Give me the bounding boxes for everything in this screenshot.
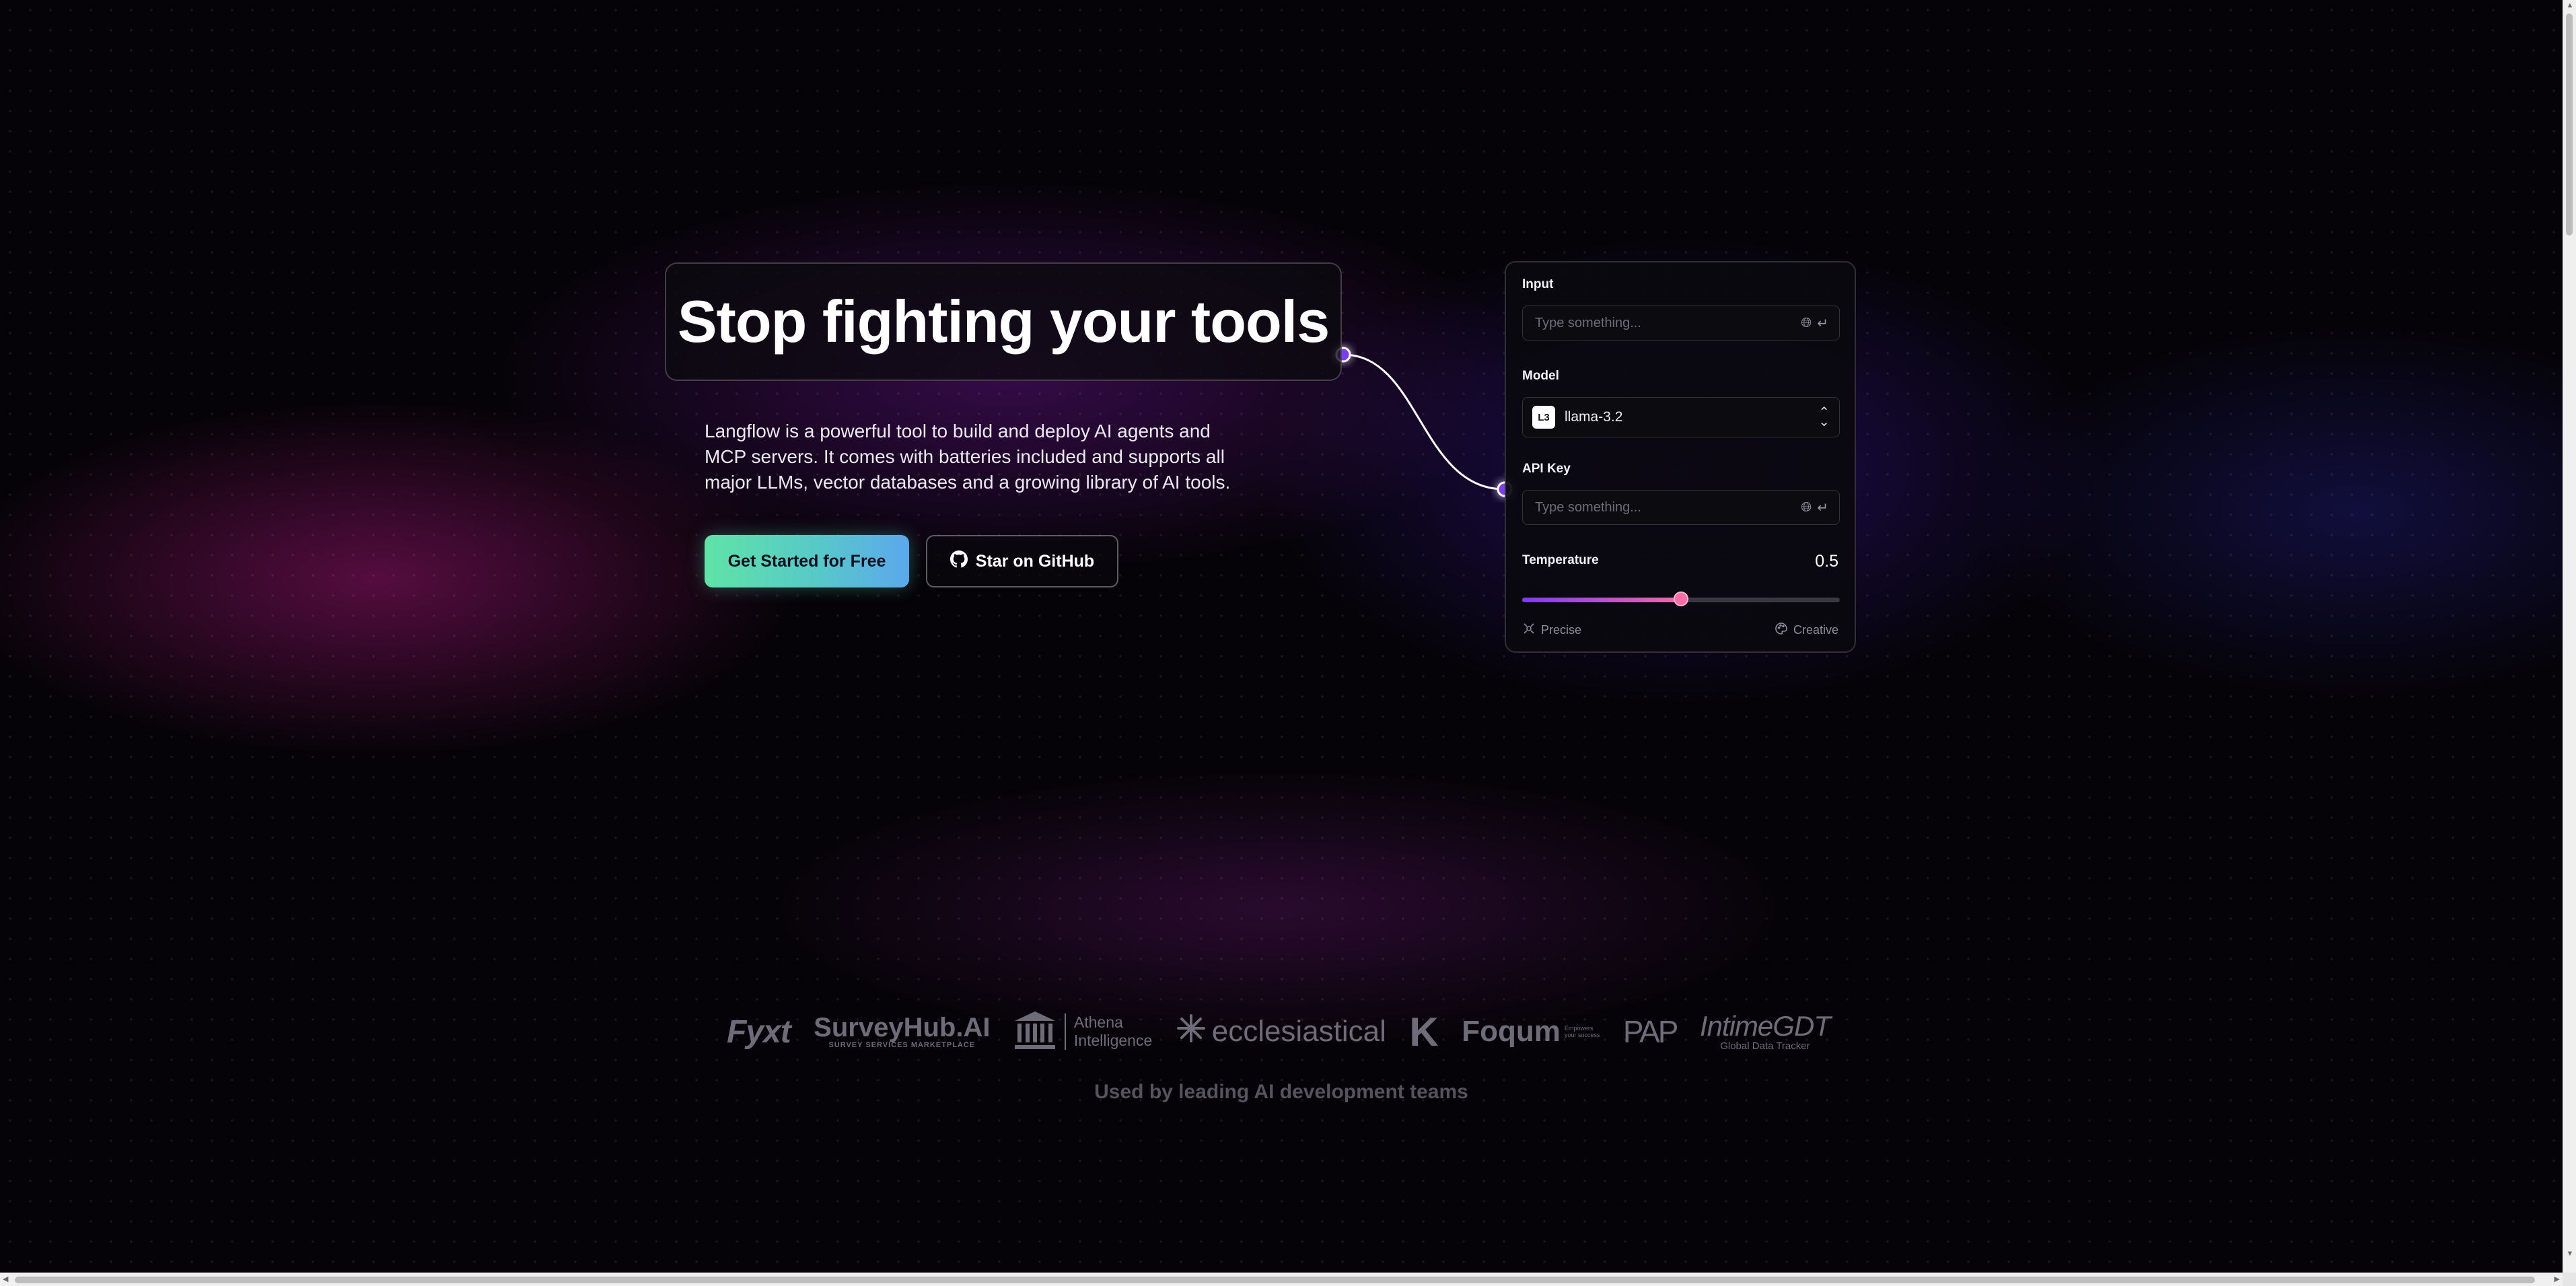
input-field-wrapper: 🌐︎ ↵ xyxy=(1522,306,1840,341)
scroll-right-icon[interactable]: ▶ xyxy=(2554,1275,2560,1283)
logo-athena-line2: Intelligence xyxy=(1073,1032,1153,1049)
logo-foqum-tag-1: Empowers xyxy=(1564,1025,1594,1032)
precise-icon xyxy=(1522,622,1536,639)
logo-surveyhub-name: SurveyHub.AI xyxy=(814,1013,991,1042)
temperature-slider-fill xyxy=(1522,598,1681,602)
enter-icon[interactable]: ↵ xyxy=(1817,499,1828,516)
globe-icon[interactable]: 🌐︎ xyxy=(1801,316,1812,331)
precise-hint: Precise xyxy=(1522,622,1581,639)
logo-fyxt: Fyxt xyxy=(727,1013,791,1050)
github-icon xyxy=(950,550,968,573)
logo-foqum-tag: Empowers your success xyxy=(1565,1025,1600,1038)
model-value: llama-3.2 xyxy=(1565,409,1623,425)
temperature-label: Temperature xyxy=(1522,553,1599,567)
institution-icon xyxy=(1013,1010,1057,1054)
api-key-label: API Key xyxy=(1522,462,1571,476)
logo-foqum-name: Foqum xyxy=(1462,1015,1561,1048)
chevron-up-down-icon: ⌃ ⌄ xyxy=(1818,405,1830,429)
star-on-github-label: Star on GitHub xyxy=(975,551,1095,571)
precise-label: Precise xyxy=(1541,623,1582,637)
api-key-field[interactable] xyxy=(1534,499,1796,516)
logo-surveyhub: SurveyHub.AI SURVEY SERVICES MARKETPLACE xyxy=(814,1014,990,1049)
temperature-slider[interactable] xyxy=(1522,592,1840,606)
logo-k: K xyxy=(1409,1009,1439,1055)
headline-card: Stop fighting your tools xyxy=(665,262,1342,381)
page-title: Stop fighting your tools xyxy=(677,288,1330,355)
temperature-slider-thumb[interactable] xyxy=(1674,592,1688,606)
horizontal-scrollbar-thumb[interactable] xyxy=(15,1277,2535,1283)
logo-pap: PAP xyxy=(1622,1014,1679,1049)
scroll-down-icon[interactable]: ▼ xyxy=(2563,1250,2576,1258)
logo-ecclesiastical: ecclesiastical xyxy=(1176,1013,1386,1051)
creative-hint: Creative xyxy=(1775,622,1838,639)
input-label: Input xyxy=(1522,277,1554,291)
logo-intime: IntimeGDT Global Data Tracker xyxy=(1699,1009,1831,1052)
used-by-caption: Used by leading AI development teams xyxy=(1094,1081,1468,1103)
get-started-button[interactable]: Get Started for Free xyxy=(705,535,909,587)
vertical-scrollbar-thumb[interactable] xyxy=(2566,13,2573,236)
logo-intime-tag: Global Data Tracker xyxy=(1720,1040,1810,1052)
star-burst-icon xyxy=(1176,1013,1207,1051)
hero-description: Langflow is a powerful tool to build and… xyxy=(705,421,1231,493)
logo-athena: Athena Intelligence xyxy=(1013,1010,1152,1054)
customer-logos: Fyxt SurveyHub.AI SURVEY SERVICES MARKET… xyxy=(727,1008,1831,1055)
globe-icon[interactable]: 🌐︎ xyxy=(1801,500,1812,515)
scroll-up-icon[interactable]: ▲ xyxy=(2563,1,2576,9)
input-field[interactable] xyxy=(1534,314,1796,332)
temperature-value: 0.5 xyxy=(1815,552,1838,571)
api-key-field-wrapper: 🌐︎ ↵ xyxy=(1522,490,1840,525)
enter-icon[interactable]: ↵ xyxy=(1817,315,1828,332)
model-select[interactable]: L3 llama-3.2 ⌃ ⌄ xyxy=(1522,397,1840,437)
vertical-scrollbar[interactable]: ▲ ▼ xyxy=(2563,0,2576,1273)
scroll-left-icon[interactable]: ◀ xyxy=(3,1275,8,1283)
creative-label: Creative xyxy=(1793,623,1838,637)
logo-intime-name: IntimeGDT xyxy=(1699,1009,1831,1042)
palette-icon xyxy=(1775,622,1788,639)
star-on-github-button[interactable]: Star on GitHub xyxy=(926,535,1118,587)
logo-athena-text: Athena Intelligence xyxy=(1064,1013,1153,1050)
scrollbar-corner xyxy=(2563,1273,2576,1286)
logo-foqum-tag-2: your success xyxy=(1564,1032,1600,1038)
logo-athena-line1: Athena xyxy=(1073,1013,1123,1031)
llm-node-panel: Input 🌐︎ ↵ Model L3 llama-3.2 ⌃⌄ API Key… xyxy=(1505,261,1856,653)
logo-foqum: Foqum Empowers your success xyxy=(1462,1015,1600,1048)
horizontal-scrollbar[interactable]: ◀ ▶ xyxy=(0,1273,2563,1286)
logo-ecclesiastical-name: ecclesiastical xyxy=(1211,1015,1386,1048)
llama-logo-icon: L3 xyxy=(1532,406,1555,429)
model-label: Model xyxy=(1522,369,1559,383)
logo-surveyhub-tag: SURVEY SERVICES MARKETPLACE xyxy=(828,1041,976,1049)
